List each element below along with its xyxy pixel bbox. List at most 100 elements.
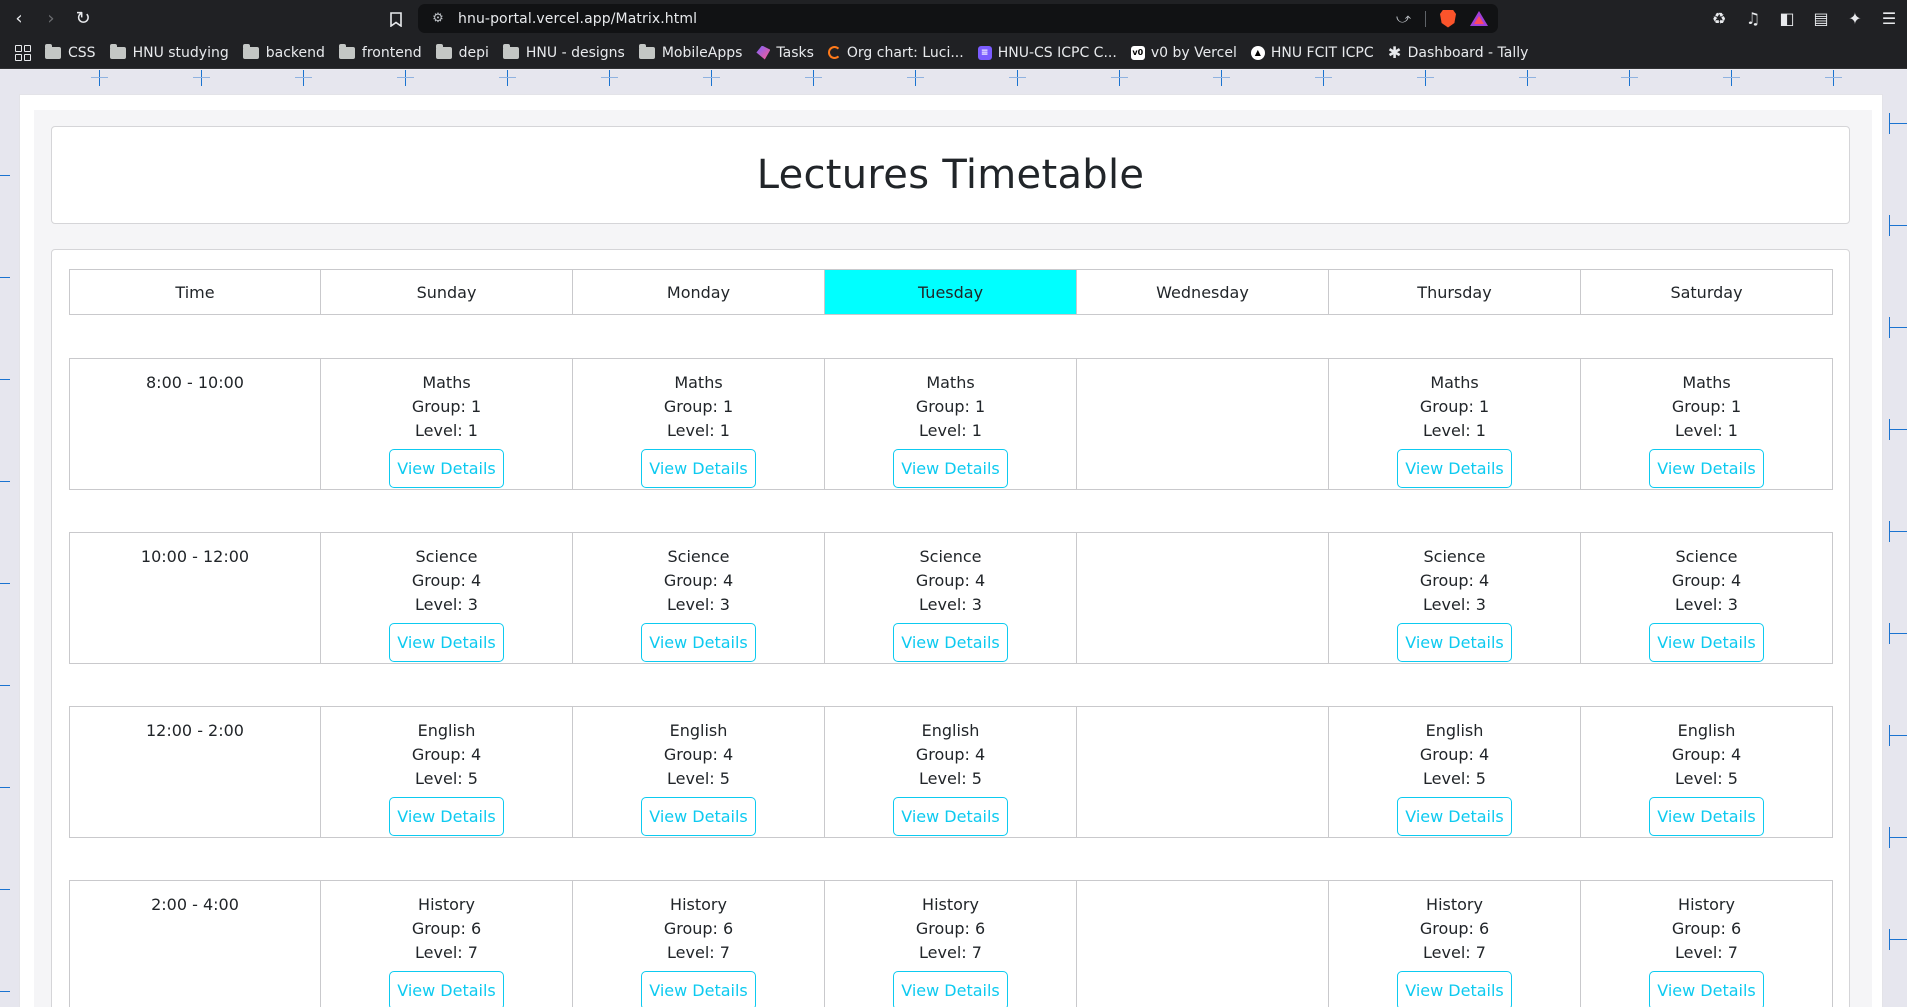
header-cell-thursday: Thursday bbox=[1328, 269, 1581, 315]
back-arrow-icon[interactable]: ‹ bbox=[6, 6, 32, 32]
lecture-cell: History Group: 6 Level: 7 View Details bbox=[824, 880, 1077, 1007]
bookmark-item[interactable]: ✱ Dashboard - Tally bbox=[1388, 43, 1529, 62]
view-details-button[interactable]: View Details bbox=[389, 971, 504, 1007]
grid-tick bbox=[1723, 70, 1740, 86]
sidebar-icon[interactable]: ◧ bbox=[1777, 9, 1797, 28]
bookmark-label: Dashboard - Tally bbox=[1407, 44, 1529, 61]
address-bar[interactable]: ⚙ hnu-portal.vercel.app/Matrix.html ⤻ bbox=[418, 4, 1498, 33]
view-details-button[interactable]: View Details bbox=[1397, 449, 1512, 488]
view-details-button[interactable]: View Details bbox=[641, 623, 756, 662]
bookmark-icon[interactable] bbox=[383, 6, 409, 32]
forward-arrow-icon[interactable]: › bbox=[38, 6, 64, 32]
extensions-icon[interactable]: ♻ bbox=[1709, 9, 1729, 28]
view-details-button[interactable]: View Details bbox=[389, 797, 504, 836]
grid-tick bbox=[1889, 113, 1907, 134]
view-details-button[interactable]: View Details bbox=[893, 797, 1008, 836]
view-details-button[interactable]: View Details bbox=[641, 797, 756, 836]
view-details-button[interactable]: View Details bbox=[1649, 449, 1764, 488]
title-card: Lectures Timetable bbox=[51, 126, 1850, 224]
lecture-cell: English Group: 4 Level: 5 View Details bbox=[824, 706, 1077, 838]
grid-tick bbox=[0, 685, 10, 686]
tasks-favicon bbox=[756, 45, 771, 60]
bookmark-item[interactable]: Org chart: Luci... bbox=[827, 45, 964, 61]
lecture-level: Level: 3 bbox=[919, 595, 982, 614]
media-icon[interactable]: ♫ bbox=[1743, 9, 1763, 28]
grid-tick bbox=[1889, 215, 1907, 236]
bookmark-item[interactable]: ▲ HNU FCIT ICPC bbox=[1250, 44, 1374, 61]
grid-tick bbox=[601, 70, 618, 86]
lecture-cell: Maths Group: 1 Level: 1 View Details bbox=[1328, 358, 1581, 490]
site-settings-icon[interactable]: ⚙ bbox=[424, 11, 452, 26]
view-details-button[interactable]: View Details bbox=[1397, 623, 1512, 662]
lecture-subject: Science bbox=[667, 547, 730, 566]
brave-rewards-icon[interactable] bbox=[1470, 11, 1488, 26]
reload-icon[interactable]: ↻ bbox=[70, 6, 96, 32]
view-details-button[interactable]: View Details bbox=[1649, 797, 1764, 836]
browser-toolbar: ‹ › ↻ ⚙ hnu-portal.vercel.app/Matrix.htm… bbox=[0, 0, 1907, 37]
bookmark-item[interactable]: HNU - designs bbox=[502, 43, 625, 61]
timetable-row: 2:00 - 4:00 History Group: 6 Level: 7 View D… bbox=[69, 880, 1834, 1007]
bookmark-label: depi bbox=[458, 44, 489, 61]
view-details-button[interactable]: View Details bbox=[1649, 971, 1764, 1007]
lecture-group: Group: 4 bbox=[663, 745, 734, 764]
empty-lecture-cell bbox=[1076, 706, 1329, 838]
header-cell-sunday: Sunday bbox=[320, 269, 573, 315]
grid-tick bbox=[1315, 70, 1332, 86]
header-cell-tuesday: Tuesday bbox=[824, 269, 1077, 315]
leo-ai-icon[interactable]: ✦ bbox=[1845, 9, 1865, 28]
view-details-button[interactable]: View Details bbox=[893, 623, 1008, 662]
lecture-subject: Science bbox=[1675, 547, 1738, 566]
grid-tick bbox=[1621, 70, 1638, 86]
grid-tick bbox=[1889, 419, 1907, 440]
time-slot-cell: 12:00 - 2:00 bbox=[69, 706, 321, 838]
folder-icon bbox=[109, 43, 126, 59]
view-details-button[interactable]: View Details bbox=[389, 623, 504, 662]
bookmark-item[interactable]: CSS bbox=[45, 43, 96, 61]
lecture-subject: Maths bbox=[926, 373, 975, 392]
view-details-button[interactable]: View Details bbox=[893, 449, 1008, 488]
header-cell-monday: Monday bbox=[572, 269, 825, 315]
wallet-icon[interactable]: ▤ bbox=[1811, 9, 1831, 28]
timetable-row: 8:00 - 10:00 Maths Group: 1 Level: 1 View De… bbox=[69, 358, 1834, 490]
bookmark-item[interactable]: MobileApps bbox=[638, 43, 742, 61]
apps-grid-icon[interactable] bbox=[15, 44, 31, 61]
lecture-subject: Science bbox=[415, 547, 478, 566]
view-details-button[interactable]: View Details bbox=[389, 449, 504, 488]
bookmark-label: HNU FCIT ICPC bbox=[1270, 44, 1374, 61]
bookmark-item[interactable]: HNU studying bbox=[109, 43, 229, 61]
time-slot-label: 2:00 - 4:00 bbox=[151, 895, 239, 914]
grid-tick bbox=[0, 889, 10, 890]
lecture-cell: English Group: 4 Level: 5 View Details bbox=[1580, 706, 1833, 838]
grid-tick bbox=[0, 991, 10, 992]
bookmark-item[interactable]: frontend bbox=[338, 43, 422, 61]
folder-icon bbox=[45, 43, 61, 59]
bookmark-item[interactable]: ≡ HNU-CS ICPC C... bbox=[977, 45, 1117, 61]
share-icon[interactable]: ⤻ bbox=[1396, 11, 1411, 27]
view-details-button[interactable]: View Details bbox=[893, 971, 1008, 1007]
lecture-level: Level: 7 bbox=[1423, 943, 1486, 962]
grid-tick bbox=[397, 70, 414, 86]
brave-shields-icon[interactable] bbox=[1440, 9, 1456, 28]
bookmark-item[interactable]: Tasks bbox=[756, 45, 814, 61]
folder-icon bbox=[242, 43, 259, 59]
view-details-button[interactable]: View Details bbox=[1397, 797, 1512, 836]
view-details-button[interactable]: View Details bbox=[641, 449, 756, 488]
bookmark-item[interactable]: depi bbox=[435, 43, 489, 61]
divider bbox=[1425, 10, 1426, 27]
empty-lecture-cell bbox=[1076, 532, 1329, 664]
bookmark-item[interactable]: v0 v0 by Vercel bbox=[1130, 45, 1237, 61]
view-details-button[interactable]: View Details bbox=[1397, 971, 1512, 1007]
lecture-level: Level: 3 bbox=[667, 595, 730, 614]
lecture-group: Group: 4 bbox=[411, 571, 482, 590]
timetable-card: Time Sunday Monday Tuesday Wednesday Thursday… bbox=[51, 249, 1850, 1007]
grid-tick bbox=[0, 175, 10, 176]
view-details-button[interactable]: View Details bbox=[641, 971, 756, 1007]
view-details-button[interactable]: View Details bbox=[1649, 623, 1764, 662]
menu-icon[interactable]: ☰ bbox=[1879, 9, 1899, 28]
bookmark-item[interactable]: backend bbox=[242, 43, 325, 61]
lecture-cell: Maths Group: 1 Level: 1 View Details bbox=[572, 358, 825, 490]
lecture-group: Group: 4 bbox=[915, 745, 986, 764]
bookmarks-bar: CSS HNU studying backend frontend depi HNU - … bbox=[0, 37, 1907, 69]
time-slot-cell: 8:00 - 10:00 bbox=[69, 358, 321, 490]
empty-lecture-cell bbox=[1076, 880, 1329, 1007]
